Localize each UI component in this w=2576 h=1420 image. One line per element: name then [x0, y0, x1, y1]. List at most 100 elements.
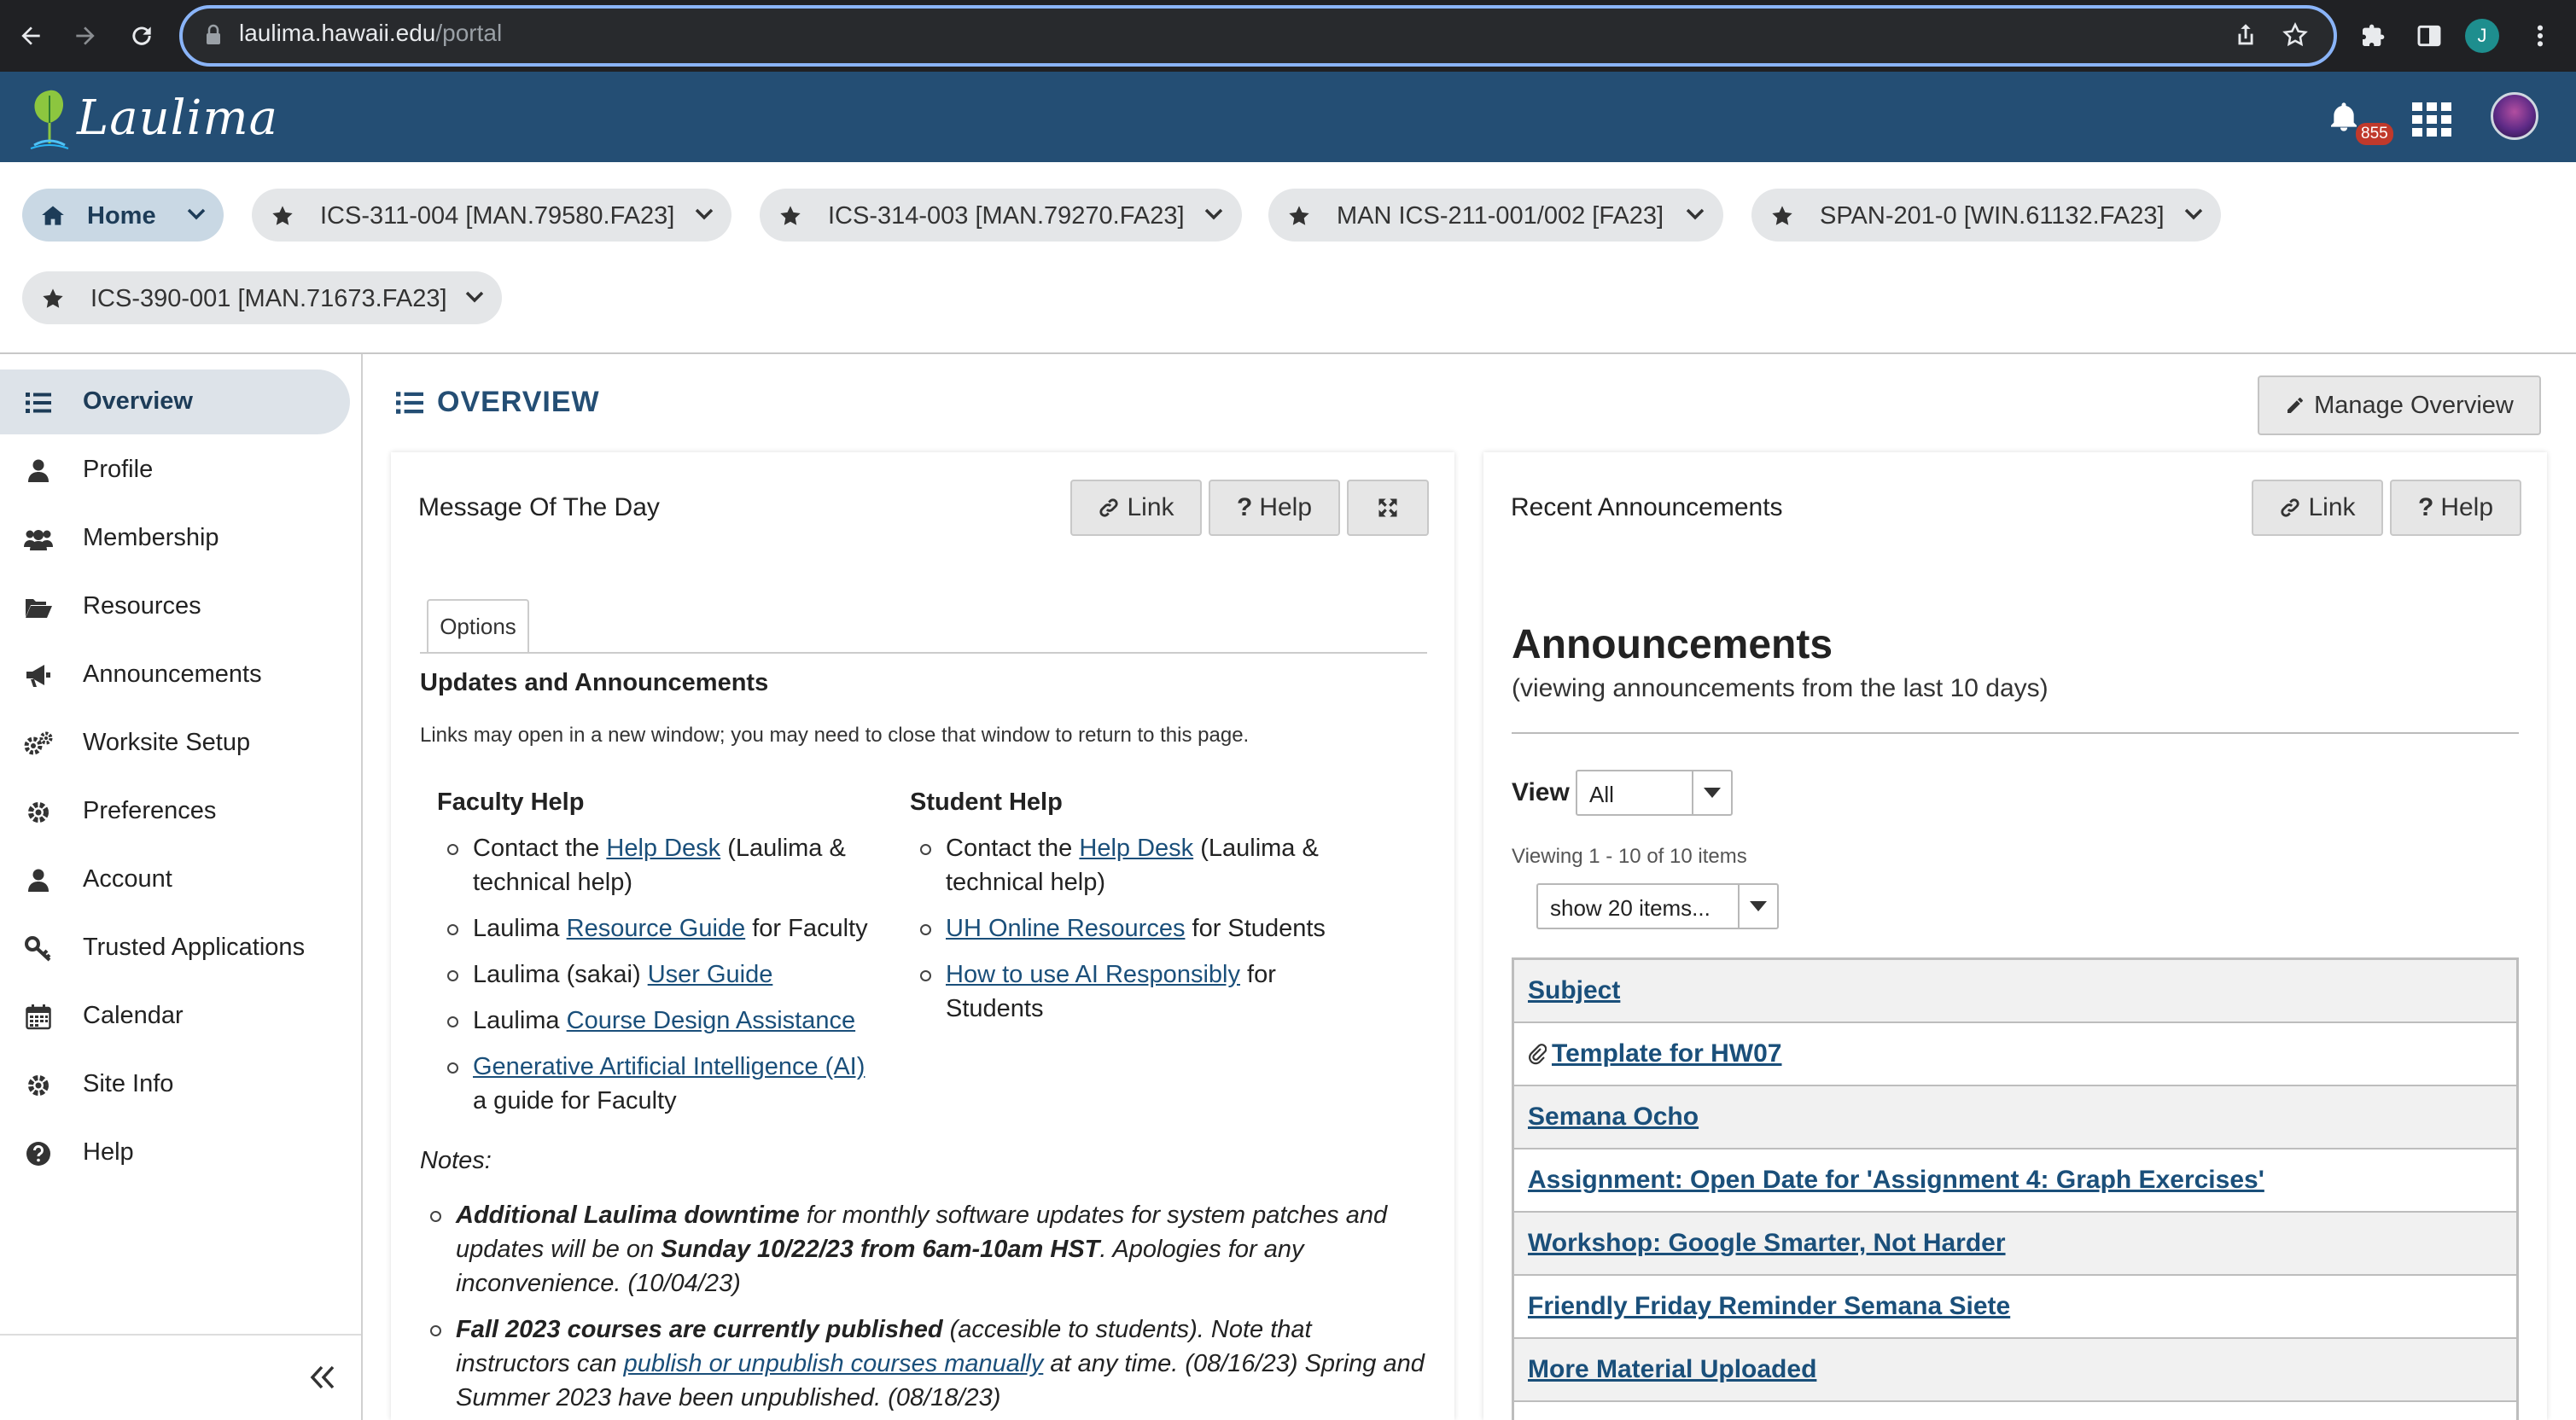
site-tab-ics-211[interactable]: MAN ICS-211-001/002 [FA23]	[1268, 189, 1723, 242]
user-icon	[24, 866, 53, 895]
tool-profile[interactable]: Profile	[0, 438, 350, 503]
chevron-down-icon[interactable]	[2183, 207, 2204, 221]
notification-count-badge: 855	[2356, 123, 2393, 145]
publish-courses-link[interactable]: publish or unpublish courses manually	[624, 1350, 1044, 1377]
generative-ai-link[interactable]: Generative Artificial Intelligence (AI)	[473, 1053, 865, 1080]
help-desk-link[interactable]: Help Desk	[1079, 835, 1193, 862]
options-divider	[420, 652, 1427, 654]
star-icon[interactable]	[778, 204, 802, 228]
tool-announcements[interactable]: Announcements	[0, 643, 350, 707]
announcements-link-button[interactable]: Link	[2252, 480, 2383, 536]
tool-site-info[interactable]: Site Info	[0, 1052, 350, 1117]
manage-overview-label: Manage Overview	[2314, 391, 2514, 419]
chevron-down-icon[interactable]	[1685, 207, 1705, 221]
sort-subject-link[interactable]: Subject	[1528, 976, 1620, 1005]
tool-resources[interactable]: Resources	[0, 574, 350, 639]
uh-online-resources-link[interactable]: UH Online Resources	[946, 915, 1185, 942]
extensions-icon[interactable]	[2349, 12, 2397, 60]
options-tab[interactable]: Options	[427, 599, 529, 652]
manage-overview-button[interactable]: Manage Overview	[2258, 375, 2541, 435]
site-tab-label: ICS-311-004 [MAN.79580.FA23]	[320, 202, 675, 230]
tool-help[interactable]: Help	[0, 1120, 350, 1185]
motd-link-button[interactable]: Link	[1070, 480, 1202, 536]
announcements-portlet-title: Recent Announcements	[1511, 493, 1783, 521]
notes-list: Additional Laulima downtime for monthly …	[422, 1198, 1429, 1420]
tool-label: Profile	[83, 456, 154, 483]
view-select[interactable]: All	[1576, 770, 1733, 816]
note-item: Fall 2023 courses are currently publishe…	[422, 1312, 1429, 1415]
student-help-section: Student Help Contact the Help Desk (Laul…	[910, 785, 1354, 1038]
address-bar[interactable]: laulima.hawaii.edu/portal	[179, 5, 2337, 67]
course-design-assistance-link[interactable]: Course Design Assistance	[567, 1007, 856, 1034]
tool-label: Worksite Setup	[83, 729, 251, 756]
lock-icon	[205, 24, 222, 46]
star-icon[interactable]	[1770, 204, 1794, 228]
text: Laulima (sakai)	[473, 961, 648, 988]
site-tab-ics-311[interactable]: ICS-311-004 [MAN.79580.FA23]	[252, 189, 731, 242]
site-tab-ics-314[interactable]: ICS-314-003 [MAN.79270.FA23]	[760, 189, 1242, 242]
announcement-link[interactable]: Template for HW07	[1552, 1039, 1782, 1068]
announcements-help-button[interactable]: ? Help	[2390, 480, 2521, 536]
caret-down-icon	[1692, 771, 1731, 814]
ai-responsibly-link[interactable]: How to use AI Responsibly	[946, 961, 1240, 988]
url-text: laulima.hawaii.edu/portal	[239, 20, 503, 46]
site-tab-label: SPAN-201-0 [WIN.61132.FA23]	[1820, 202, 2165, 230]
help-desk-link[interactable]: Help Desk	[606, 835, 720, 862]
page-size-select[interactable]: show 20 items...	[1536, 883, 1779, 929]
tool-overview[interactable]: Overview	[0, 370, 350, 434]
reload-icon[interactable]	[118, 12, 166, 60]
table-header-subject: Subject	[1514, 960, 2516, 1023]
motd-maximize-button[interactable]	[1347, 480, 1429, 536]
star-icon[interactable]	[1287, 204, 1311, 228]
collapse-tool-menu-button[interactable]	[0, 1334, 361, 1420]
browser-profile-avatar[interactable]: J	[2465, 19, 2499, 53]
resource-guide-link[interactable]: Resource Guide	[567, 915, 746, 942]
motd-heading: Updates and Announcements	[420, 669, 769, 696]
link-label: Link	[1127, 493, 1174, 521]
chevron-down-icon[interactable]	[1203, 207, 1224, 221]
note-bold: Additional Laulima downtime	[456, 1202, 800, 1229]
user-avatar[interactable]	[2491, 92, 2538, 140]
forward-icon[interactable]	[61, 12, 109, 60]
chevron-down-icon[interactable]	[186, 207, 207, 221]
list-item: Laulima Resource Guide for Faculty	[437, 911, 881, 946]
tool-membership[interactable]: Membership	[0, 506, 350, 571]
tool-label: Site Info	[83, 1070, 174, 1097]
tool-menu: Overview Profile Membership Resources An…	[0, 354, 363, 1420]
user-guide-link[interactable]: User Guide	[648, 961, 773, 988]
gear-icon	[24, 798, 53, 827]
share-icon[interactable]	[2231, 20, 2260, 49]
laulima-logo[interactable]: Laulima	[27, 84, 278, 152]
tool-worksite-setup[interactable]: Worksite Setup	[0, 711, 350, 776]
announcement-link[interactable]: Friendly Friday Reminder Semana Siete	[1528, 1292, 2010, 1321]
bookmark-star-icon[interactable]	[2281, 20, 2310, 49]
motd-subtitle: Links may open in a new window; you may …	[420, 724, 1250, 747]
more-menu-icon[interactable]	[2516, 12, 2564, 60]
apps-grid-icon[interactable]	[2412, 102, 2451, 137]
chevron-down-icon[interactable]	[464, 290, 485, 304]
tool-account[interactable]: Account	[0, 847, 350, 912]
motd-help-button[interactable]: ? Help	[1209, 480, 1340, 536]
tool-preferences[interactable]: Preferences	[0, 779, 350, 844]
tool-label: Account	[83, 865, 172, 893]
star-icon[interactable]	[41, 287, 65, 311]
taro-leaf-icon	[30, 90, 69, 149]
back-icon[interactable]	[7, 12, 55, 60]
side-panel-icon[interactable]	[2405, 12, 2453, 60]
announcement-link[interactable]: Workshop: Google Smarter, Not Harder	[1528, 1229, 2006, 1258]
announcement-link[interactable]: Semana Ocho	[1528, 1103, 1699, 1132]
site-tab-span-201[interactable]: SPAN-201-0 [WIN.61132.FA23]	[1751, 189, 2221, 242]
site-tab-ics-390[interactable]: ICS-390-001 [MAN.71673.FA23]	[22, 271, 502, 324]
site-tab-home[interactable]: Home	[22, 189, 224, 242]
table-row: More Material Uploaded	[1514, 1339, 2516, 1402]
tool-trusted-applications[interactable]: Trusted Applications	[0, 916, 350, 981]
tool-calendar[interactable]: Calendar	[0, 984, 350, 1049]
site-tab-label: ICS-390-001 [MAN.71673.FA23]	[90, 285, 447, 312]
announcement-link[interactable]: Assignment: Open Date for 'Assignment 4:…	[1528, 1166, 2264, 1195]
announcement-link[interactable]: More Material Uploaded	[1528, 1355, 1816, 1384]
note-item: Additional Laulima downtime for monthly …	[422, 1198, 1429, 1301]
chevron-down-icon[interactable]	[694, 207, 714, 221]
star-icon[interactable]	[271, 204, 294, 228]
text: Laulima	[473, 1007, 567, 1034]
calendar-icon	[24, 1003, 53, 1032]
